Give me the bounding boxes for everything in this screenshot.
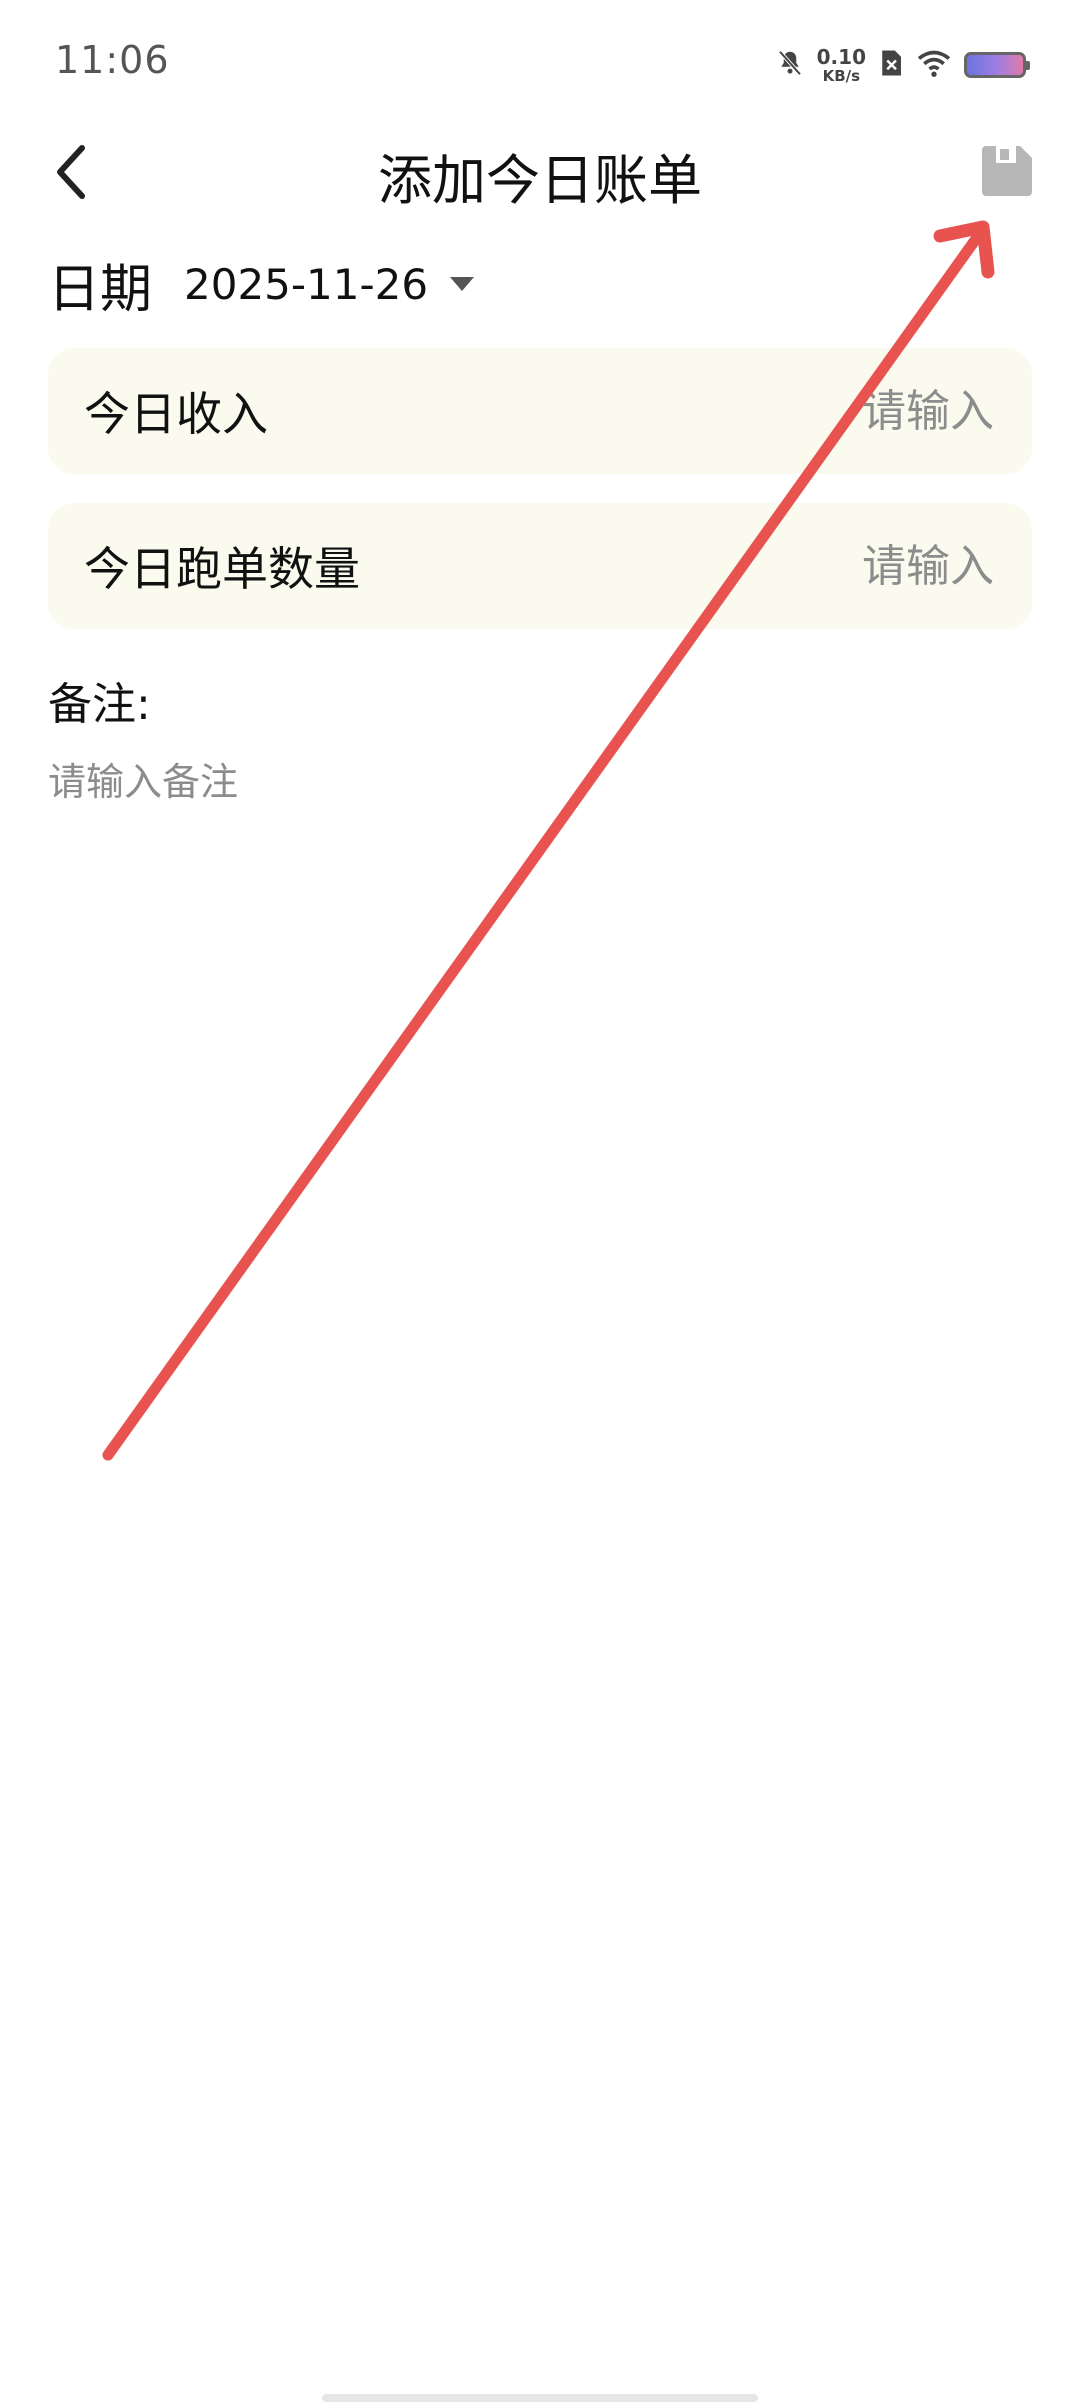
status-icons: 0.10 KB/s (775, 40, 1030, 90)
network-speed-unit: KB/s (822, 66, 861, 85)
order-count-input[interactable] (692, 539, 996, 593)
network-speed: 0.10 KB/s (817, 47, 866, 84)
status-time: 11:06 (55, 38, 170, 82)
date-picker[interactable]: 2025-11-26 (184, 259, 475, 309)
sim-off-icon (878, 48, 904, 82)
status-bar: 11:06 0.10 KB/s (0, 0, 1080, 120)
floppy-disk-icon (982, 146, 1032, 196)
order-count-label: 今日跑单数量 (84, 542, 360, 596)
income-label: 今日收入 (84, 387, 268, 441)
home-indicator[interactable] (322, 2394, 758, 2402)
top-app-bar: 添加今日账单 (0, 120, 1080, 220)
battery-icon (964, 52, 1030, 78)
caret-down-icon (450, 277, 475, 291)
wifi-icon (916, 48, 952, 82)
date-value: 2025-11-26 (184, 259, 429, 309)
order-count-field-card: 今日跑单数量 (48, 503, 1032, 629)
save-button[interactable] (972, 136, 1042, 206)
annotation-arrow-head (933, 220, 995, 279)
page-title: 添加今日账单 (378, 149, 702, 212)
mute-bell-icon (775, 48, 805, 82)
income-field-card: 今日收入 (48, 348, 1032, 474)
network-speed-value: 0.10 (816, 44, 866, 69)
date-row: 日期 2025-11-26 (48, 248, 475, 320)
remark-label: 备注: (48, 679, 151, 730)
income-input[interactable] (692, 384, 996, 438)
remark-input[interactable] (48, 752, 1032, 812)
date-label: 日期 (48, 259, 153, 320)
